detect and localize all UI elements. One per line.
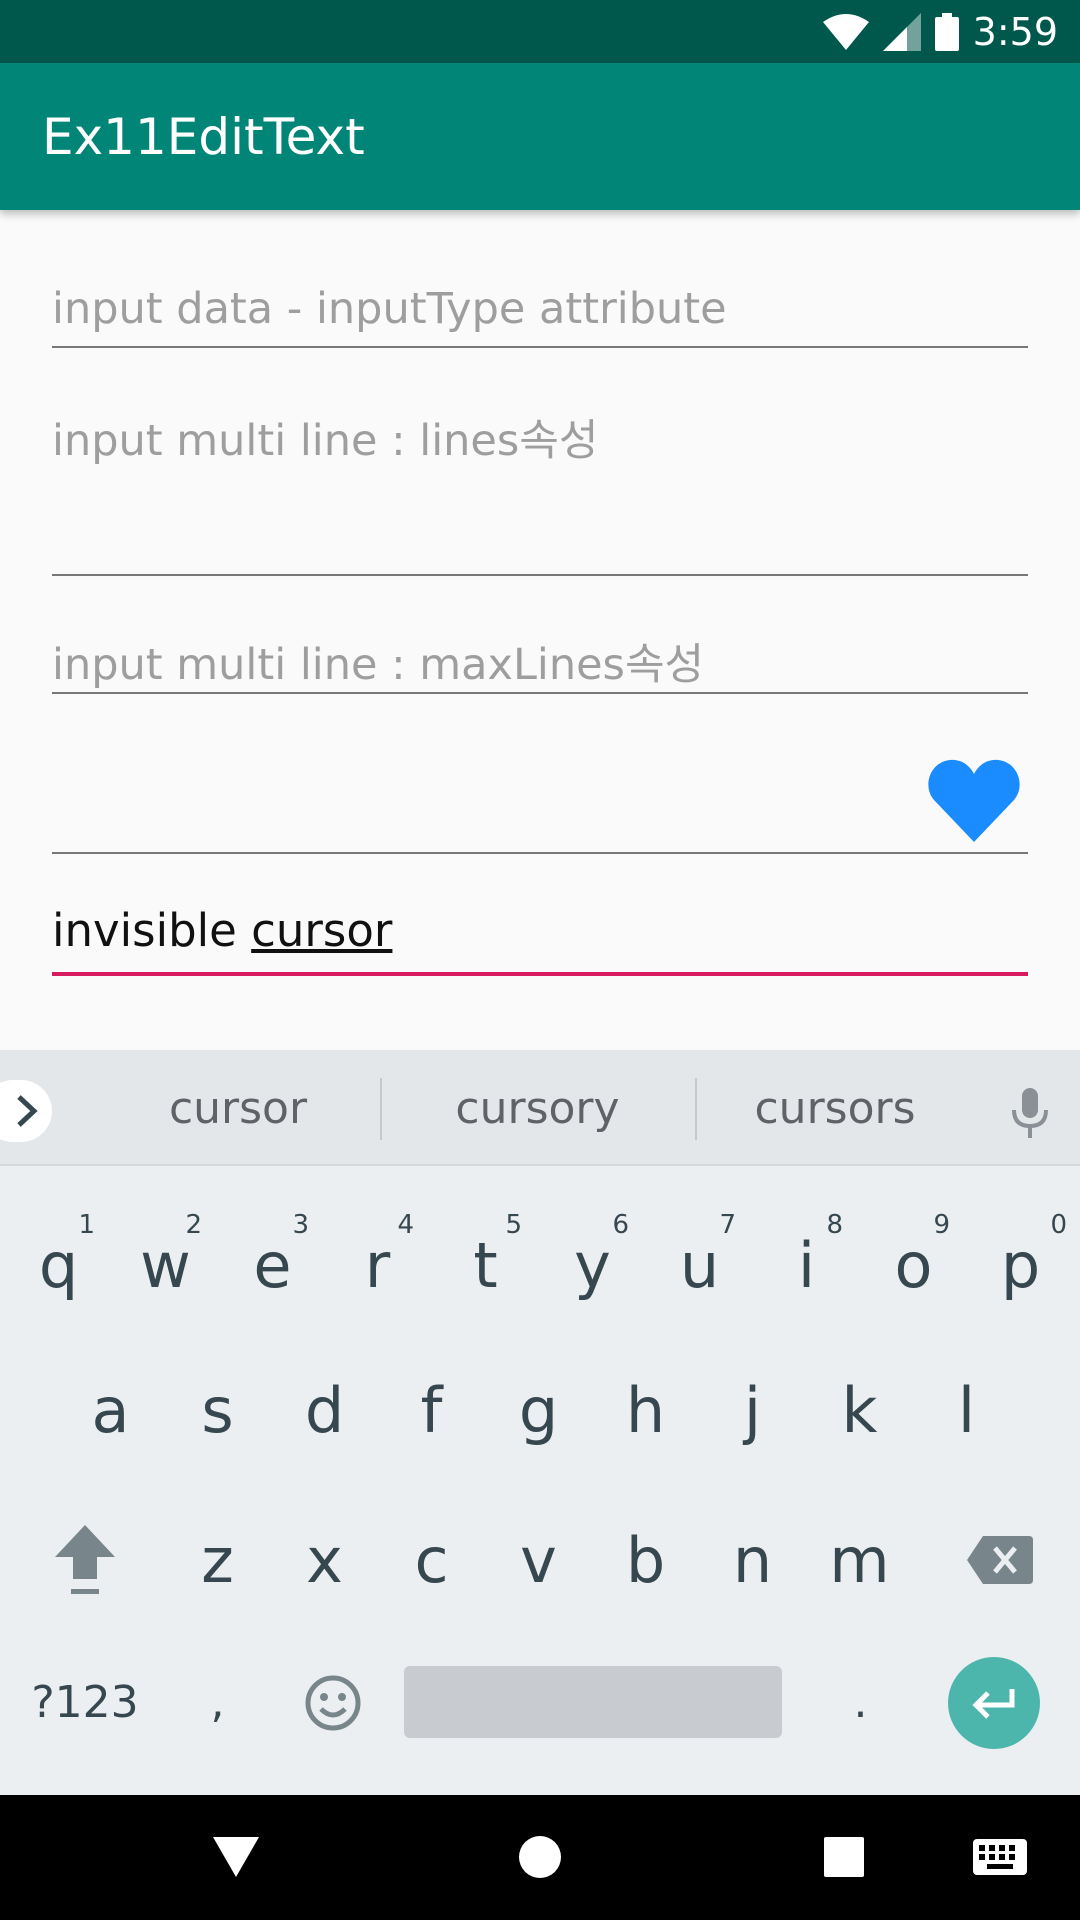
- key-label: r: [364, 1228, 391, 1302]
- key-d[interactable]: d: [282, 1355, 367, 1465]
- keyboard-switch-button[interactable]: [968, 1825, 1032, 1889]
- suggestion-divider: [380, 1078, 382, 1140]
- status-time: 3:59: [972, 9, 1058, 54]
- key-l[interactable]: l: [924, 1355, 1009, 1465]
- key-label: t: [473, 1228, 498, 1302]
- input-type-hint: input data - inputType attribute: [52, 284, 727, 334]
- backspace-icon: [967, 1536, 1033, 1584]
- space-key[interactable]: [404, 1666, 782, 1738]
- key-label: u: [679, 1228, 720, 1302]
- key-hint: 4: [397, 1210, 414, 1240]
- key-h[interactable]: h: [603, 1355, 688, 1465]
- enter-icon: [972, 1689, 1015, 1719]
- max-lines-field[interactable]: input multi line : maxLines속성: [52, 616, 1028, 694]
- key-label: q: [38, 1228, 79, 1302]
- key-label: p: [1000, 1228, 1041, 1302]
- suggestion-1[interactable]: cursor: [140, 1050, 336, 1166]
- invisible-cursor-field[interactable]: invisible cursor: [52, 892, 1028, 976]
- suggestion-toggle-button[interactable]: [0, 1080, 52, 1142]
- key-hint: 3: [292, 1210, 309, 1240]
- field-text-plain: invisible: [52, 904, 252, 957]
- key-y[interactable]: 6y: [550, 1210, 635, 1320]
- drawable-field[interactable]: [52, 732, 1028, 854]
- key-hint: 9: [933, 1210, 950, 1240]
- key-i[interactable]: 8i: [764, 1210, 849, 1320]
- app-bar: Ex11EditText: [0, 63, 1080, 210]
- key-label: y: [574, 1228, 611, 1302]
- back-icon: [213, 1837, 259, 1877]
- suggestion-3[interactable]: cursors: [735, 1050, 935, 1166]
- keyboard-icon: [973, 1839, 1027, 1875]
- invisible-cursor-text: invisible cursor: [52, 904, 392, 957]
- key-w[interactable]: 2w: [123, 1210, 208, 1320]
- key-a[interactable]: a: [68, 1355, 153, 1465]
- wifi-icon: [822, 13, 869, 50]
- app-title: Ex11EditText: [42, 108, 365, 166]
- key-z[interactable]: z: [175, 1505, 260, 1615]
- emoji-key[interactable]: [290, 1650, 375, 1755]
- key-hint: 1: [78, 1210, 95, 1240]
- backspace-key[interactable]: [955, 1505, 1045, 1615]
- key-hint: 8: [826, 1210, 843, 1240]
- key-x[interactable]: x: [282, 1505, 367, 1615]
- key-hint: 6: [612, 1210, 629, 1240]
- comma-key[interactable]: ,: [175, 1650, 260, 1755]
- symbols-key[interactable]: ?123: [20, 1650, 150, 1755]
- key-label: i: [797, 1228, 816, 1302]
- key-hint: 5: [505, 1210, 522, 1240]
- key-label: o: [894, 1228, 933, 1302]
- keyboard: cursor cursory cursors 1q 2w 3e 4r 5t 6y…: [0, 1050, 1080, 1795]
- key-t[interactable]: 5t: [443, 1210, 528, 1320]
- navigation-bar: [0, 1795, 1080, 1920]
- emoji-icon: [305, 1675, 360, 1730]
- status-bar: 3:59: [0, 0, 1080, 63]
- key-label: w: [140, 1228, 191, 1302]
- key-q[interactable]: 1q: [16, 1210, 101, 1320]
- suggestion-2[interactable]: cursory: [430, 1050, 645, 1166]
- enter-key[interactable]: [948, 1657, 1040, 1749]
- key-v[interactable]: v: [496, 1505, 581, 1615]
- max-lines-hint: input multi line : maxLines속성: [52, 640, 705, 690]
- recents-icon: [824, 1837, 864, 1877]
- recents-button[interactable]: [812, 1825, 876, 1889]
- input-type-field[interactable]: input data - inputType attribute: [52, 268, 1028, 348]
- key-g[interactable]: g: [496, 1355, 581, 1465]
- lines-hint: input multi line : lines속성: [52, 416, 599, 466]
- home-button[interactable]: [508, 1825, 572, 1889]
- lines-field[interactable]: input multi line : lines속성: [52, 388, 1028, 576]
- back-button[interactable]: [204, 1825, 268, 1889]
- key-u[interactable]: 7u: [657, 1210, 742, 1320]
- key-m[interactable]: m: [817, 1505, 902, 1615]
- key-o[interactable]: 9o: [871, 1210, 956, 1320]
- signal-icon: [882, 12, 921, 51]
- key-hint: 2: [185, 1210, 202, 1240]
- key-f[interactable]: f: [389, 1355, 474, 1465]
- home-icon: [519, 1836, 561, 1878]
- suggestion-bar: cursor cursory cursors: [0, 1050, 1080, 1166]
- heart-icon: [928, 759, 1020, 842]
- key-j[interactable]: j: [710, 1355, 795, 1465]
- key-r[interactable]: 4r: [335, 1210, 420, 1320]
- key-p[interactable]: 0p: [978, 1210, 1067, 1320]
- key-hint: 7: [719, 1210, 736, 1240]
- key-s[interactable]: s: [175, 1355, 260, 1465]
- mic-icon[interactable]: [1010, 1088, 1050, 1138]
- shift-key[interactable]: [40, 1505, 130, 1615]
- suggestion-divider: [695, 1078, 697, 1140]
- key-c[interactable]: c: [389, 1505, 474, 1615]
- period-key[interactable]: .: [818, 1650, 903, 1755]
- key-b[interactable]: b: [603, 1505, 688, 1615]
- key-hint: 0: [1050, 1210, 1067, 1240]
- shift-icon: [55, 1525, 115, 1594]
- key-k[interactable]: k: [817, 1355, 902, 1465]
- chevron-right-icon: [17, 1095, 38, 1127]
- battery-icon: [934, 12, 959, 51]
- key-label: e: [253, 1228, 292, 1302]
- field-text-composing: cursor: [251, 904, 393, 957]
- key-n[interactable]: n: [710, 1505, 795, 1615]
- key-e[interactable]: 3e: [230, 1210, 315, 1320]
